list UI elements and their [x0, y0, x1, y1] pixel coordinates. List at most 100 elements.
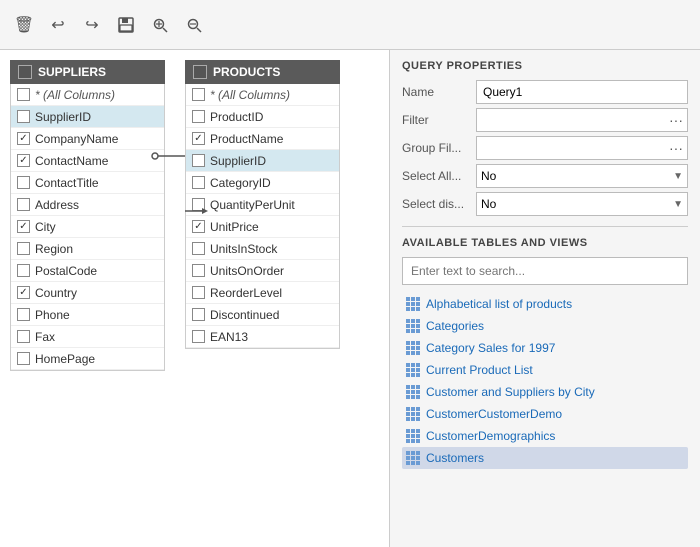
products-header: PRODUCTS — [185, 60, 340, 84]
row-checkbox[interactable] — [17, 330, 30, 343]
row-label: City — [35, 220, 56, 234]
row-label: ReorderLevel — [210, 286, 282, 300]
table-list-item[interactable]: Current Product List — [402, 359, 688, 381]
row-label: EAN13 — [210, 330, 248, 344]
row-checkbox[interactable] — [192, 176, 205, 189]
row-checkbox[interactable] — [192, 308, 205, 321]
row-checkbox[interactable] — [192, 154, 205, 167]
table-row[interactable]: PostalCode — [11, 260, 164, 282]
group-filter-ellipsis-icon: ··· — [669, 140, 683, 156]
table-list-item[interactable]: Customers — [402, 447, 688, 469]
redo-button[interactable]: ↪ — [78, 11, 106, 39]
search2-button[interactable] — [180, 11, 208, 39]
group-filter-row: Group Fil... ··· — [402, 136, 688, 160]
delete-button[interactable]: 🗑 — [10, 11, 38, 39]
tables-search-input[interactable] — [402, 257, 688, 285]
table-row[interactable]: Address — [11, 194, 164, 216]
row-checkbox[interactable] — [17, 308, 30, 321]
row-label: QuantityPerUnit — [210, 198, 295, 212]
row-checkbox[interactable] — [192, 220, 205, 233]
select-all-row: Select All... No ▼ — [402, 164, 688, 188]
suppliers-select-all[interactable] — [18, 65, 32, 79]
row-checkbox[interactable] — [192, 198, 205, 211]
row-checkbox[interactable] — [192, 242, 205, 255]
row-label: * (All Columns) — [210, 88, 290, 102]
products-title: PRODUCTS — [213, 65, 280, 79]
row-checkbox[interactable] — [192, 330, 205, 343]
divider — [402, 226, 688, 227]
filter-button[interactable]: ··· — [476, 108, 688, 132]
table-list-item[interactable]: CustomerDemographics — [402, 425, 688, 447]
table-grid-icon — [406, 451, 420, 465]
name-input[interactable] — [476, 80, 688, 104]
select-all-dropdown[interactable]: No ▼ — [476, 164, 688, 188]
group-filter-button[interactable]: ··· — [476, 136, 688, 160]
table-row[interactable]: Phone — [11, 304, 164, 326]
suppliers-table: SUPPLIERS * (All Columns)SupplierIDCompa… — [10, 60, 165, 537]
row-label: ContactTitle — [35, 176, 99, 190]
table-row[interactable]: ProductID — [186, 106, 339, 128]
filter-ellipsis-icon: ··· — [669, 112, 683, 128]
row-checkbox[interactable] — [17, 198, 30, 211]
row-checkbox[interactable] — [17, 154, 30, 167]
table-row[interactable]: * (All Columns) — [186, 84, 339, 106]
table-row[interactable]: Fax — [11, 326, 164, 348]
table-list-item[interactable]: Customer and Suppliers by City — [402, 381, 688, 403]
save-button[interactable] — [112, 11, 140, 39]
filter-label: Filter — [402, 113, 472, 127]
row-checkbox[interactable] — [17, 132, 30, 145]
table-list-label: Current Product List — [426, 363, 533, 377]
row-label: * (All Columns) — [35, 88, 115, 102]
table-row[interactable]: CategoryID — [186, 172, 339, 194]
table-grid-icon — [406, 407, 420, 421]
table-row[interactable]: QuantityPerUnit — [186, 194, 339, 216]
table-list-item[interactable]: Categories — [402, 315, 688, 337]
group-filter-label: Group Fil... — [402, 141, 472, 155]
row-checkbox[interactable] — [17, 286, 30, 299]
search-button[interactable] — [146, 11, 174, 39]
row-checkbox[interactable] — [17, 220, 30, 233]
table-grid-icon — [406, 341, 420, 355]
row-checkbox[interactable] — [192, 88, 205, 101]
table-row[interactable]: ProductName — [186, 128, 339, 150]
table-list-item[interactable]: CustomerCustomerDemo — [402, 403, 688, 425]
row-label: CompanyName — [35, 132, 118, 146]
row-checkbox[interactable] — [192, 110, 205, 123]
select-distinct-dropdown[interactable]: No ▼ — [476, 192, 688, 216]
suppliers-body: * (All Columns) SupplierID CompanyName Cont… — [10, 84, 165, 371]
row-checkbox[interactable] — [17, 242, 30, 255]
table-list-item[interactable]: Alphabetical list of products — [402, 293, 688, 315]
table-row[interactable]: * (All Columns) — [11, 84, 164, 106]
products-select-all[interactable] — [193, 65, 207, 79]
table-row[interactable]: EAN13 — [186, 326, 339, 348]
row-label: ProductName — [210, 132, 283, 146]
table-row[interactable]: ContactTitle — [11, 172, 164, 194]
row-checkbox[interactable] — [192, 132, 205, 145]
table-row[interactable]: UnitsInStock — [186, 238, 339, 260]
row-checkbox[interactable] — [192, 264, 205, 277]
table-row[interactable]: UnitPrice — [186, 216, 339, 238]
row-checkbox[interactable] — [192, 286, 205, 299]
table-row[interactable]: Region — [11, 238, 164, 260]
table-row[interactable]: CompanyName — [11, 128, 164, 150]
table-row[interactable]: HomePage — [11, 348, 164, 370]
row-checkbox[interactable] — [17, 88, 30, 101]
table-list-item[interactable]: Category Sales for 1997 — [402, 337, 688, 359]
table-list-label: Alphabetical list of products — [426, 297, 572, 311]
table-row[interactable]: SupplierID — [186, 150, 339, 172]
row-label: Fax — [35, 330, 55, 344]
table-row[interactable]: Country — [11, 282, 164, 304]
undo-button[interactable]: ↩ — [44, 11, 72, 39]
row-checkbox[interactable] — [17, 352, 30, 365]
row-checkbox[interactable] — [17, 264, 30, 277]
row-checkbox[interactable] — [17, 176, 30, 189]
table-row[interactable]: UnitsOnOrder — [186, 260, 339, 282]
row-checkbox[interactable] — [17, 110, 30, 123]
table-row[interactable]: City — [11, 216, 164, 238]
table-row[interactable]: SupplierID — [11, 106, 164, 128]
query-panel: QUERY PROPERTIES Name Filter ··· Group F… — [390, 50, 700, 547]
table-row[interactable]: ReorderLevel — [186, 282, 339, 304]
name-row: Name — [402, 80, 688, 104]
table-row[interactable]: Discontinued — [186, 304, 339, 326]
table-row[interactable]: ContactName — [11, 150, 164, 172]
